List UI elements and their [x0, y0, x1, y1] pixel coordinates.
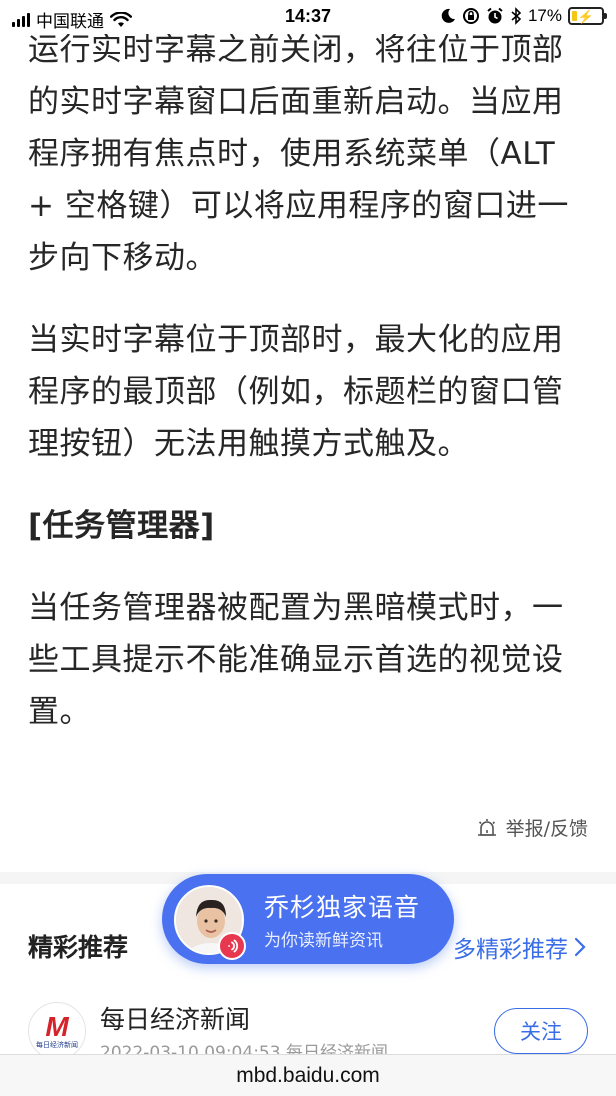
bluetooth-icon — [511, 7, 522, 25]
sound-wave-icon — [218, 932, 246, 960]
alarm-icon — [487, 7, 503, 24]
battery-charging-icon: ⚡ — [568, 7, 607, 25]
report-label: 举报/反馈 — [505, 818, 588, 840]
voice-promo-subtitle: 为你读新鲜资讯 — [264, 931, 383, 951]
news-source-row[interactable]: M 每日经济新闻 每日经济新闻 2022-03-10 09:04:53 每日经济… — [28, 1000, 588, 1063]
article-paragraph-2: 当实时字幕位于顶部时，最大化的应用程序的最顶部（例如，标题栏的窗口管理按钮）无法… — [28, 322, 564, 462]
browser-url-bar[interactable]: mbd.baidu.com — [0, 1054, 616, 1096]
voice-promo-title: 乔杉独家语音 — [264, 893, 421, 922]
chevron-right-icon — [574, 937, 586, 957]
news-source-name: 每日经济新闻 — [100, 1005, 251, 1034]
article-paragraph-1: 运行实时字幕之前关闭，将往位于顶部的实时字幕窗口后面重新启动。当应用程序拥有焦点… — [28, 32, 569, 276]
news-logo-text: 每日经济新闻 — [36, 1040, 78, 1049]
news-source-logo: M 每日经济新闻 — [28, 1002, 86, 1060]
article-paragraph-3: 当任务管理器被配置为黑暗模式时，一些工具提示不能准确显示首选的视觉设置。 — [28, 590, 564, 730]
recommend-title: 精彩推荐 — [28, 933, 129, 962]
report-icon — [477, 818, 496, 836]
moon-icon — [441, 8, 455, 23]
more-recommend-label: 多精彩推荐 — [453, 937, 568, 963]
article-section-heading: [任务管理器] — [28, 508, 215, 544]
follow-button[interactable]: 关注 — [494, 1008, 588, 1054]
lock-rotation-icon — [462, 8, 479, 24]
battery-percent: 17% — [527, 6, 562, 25]
status-right: 17% ⚡ — [440, 6, 607, 26]
voice-promo-banner[interactable]: 乔杉独家语音 为你读新鲜资讯 — [162, 874, 454, 964]
more-recommend-link[interactable]: 多精彩推荐 — [453, 930, 586, 964]
report-feedback-link[interactable]: 举报/反馈 — [476, 814, 588, 841]
status-bar: 中国联通 14:37 17% ⚡ — [0, 0, 616, 34]
article-body: 运行实时字幕之前关闭，将往位于顶部的实时字幕窗口后面重新启动。当应用程序拥有焦点… — [28, 24, 588, 768]
